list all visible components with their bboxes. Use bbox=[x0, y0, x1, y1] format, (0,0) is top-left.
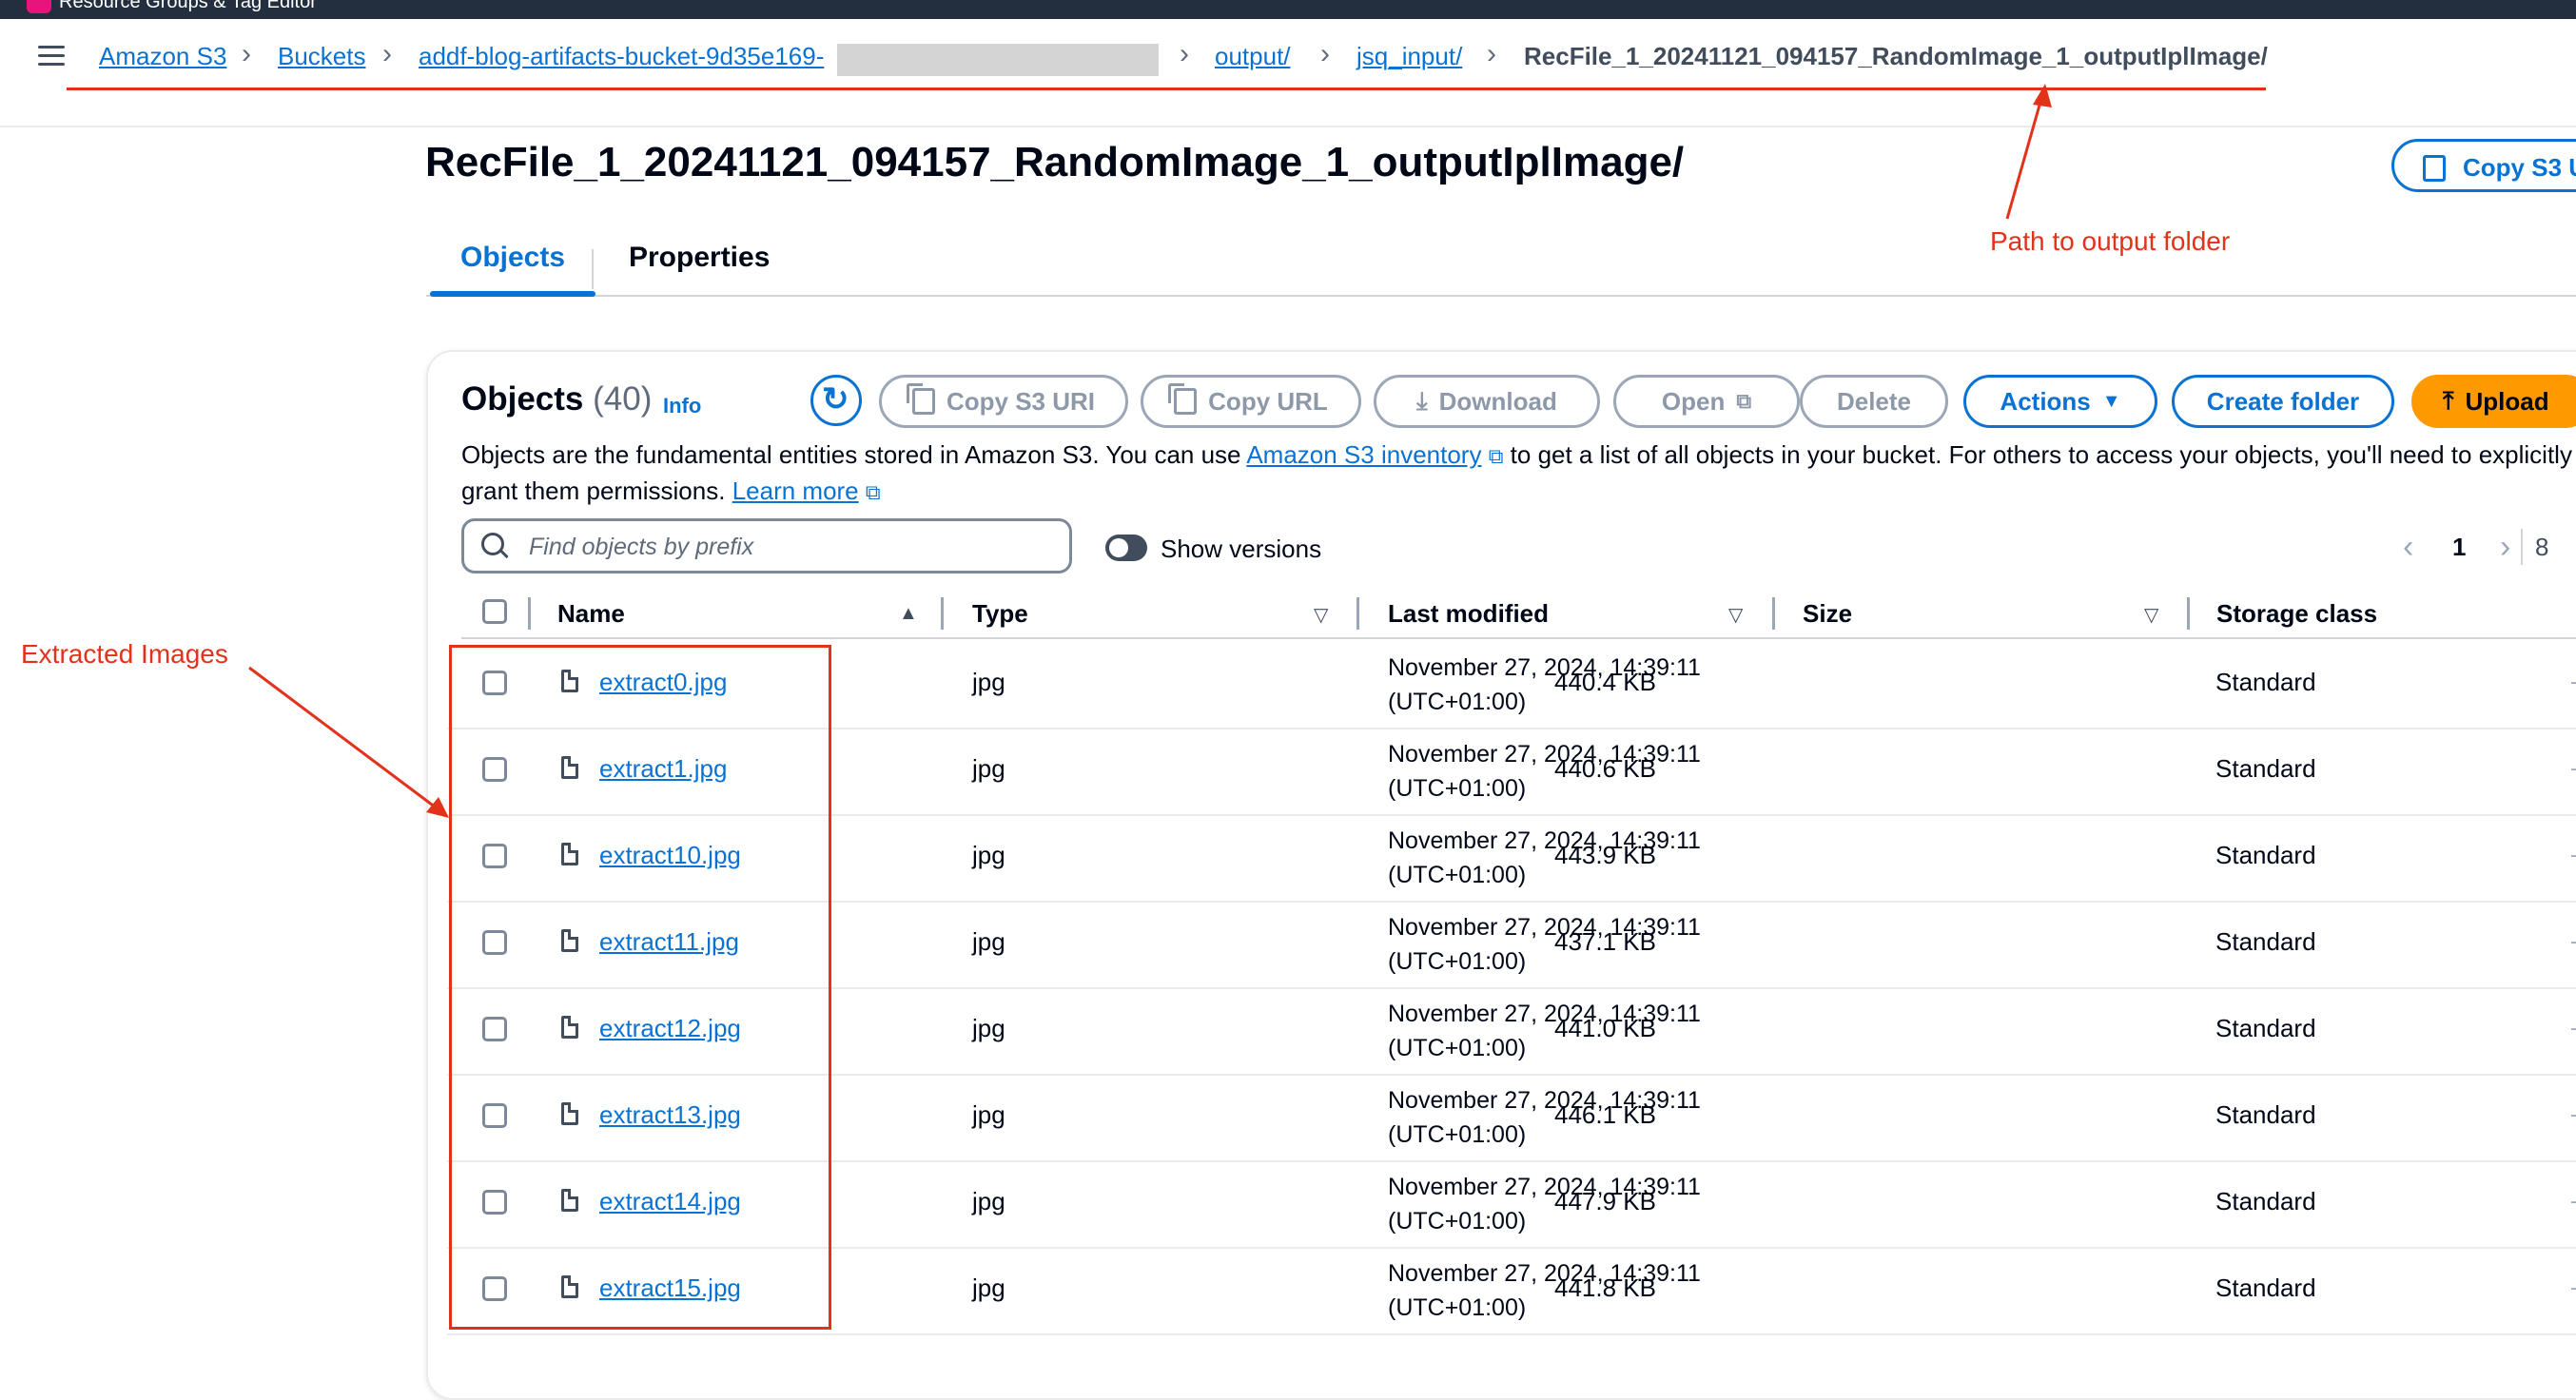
annotation-arrows bbox=[248, 84, 2052, 818]
arrow-to-images bbox=[248, 666, 449, 818]
arrow-to-path bbox=[2005, 84, 2052, 220]
